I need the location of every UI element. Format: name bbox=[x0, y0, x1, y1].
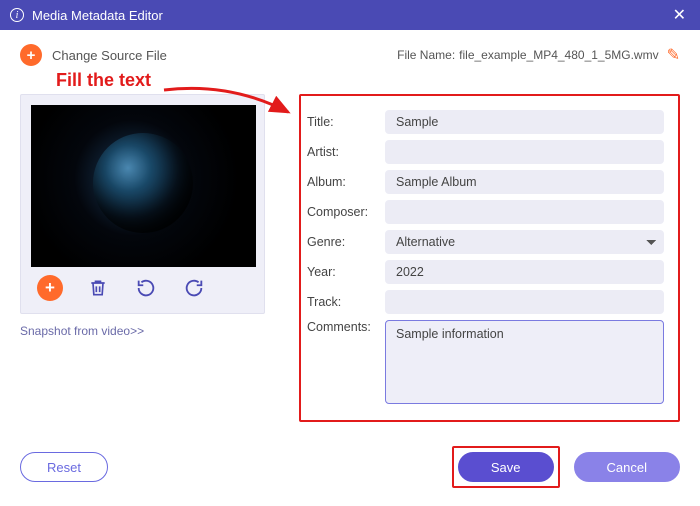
year-input[interactable] bbox=[385, 260, 664, 284]
rotate-ccw-icon bbox=[135, 277, 157, 299]
add-thumbnail-button[interactable]: + bbox=[37, 275, 63, 301]
filename-value: file_example_MP4_480_1_5MG.wmv bbox=[459, 48, 658, 62]
comments-label: Comments: bbox=[307, 320, 385, 334]
window-title: Media Metadata Editor bbox=[32, 8, 163, 23]
close-icon[interactable]: ✕ bbox=[669, 5, 690, 25]
composer-label: Composer: bbox=[307, 205, 385, 219]
cancel-button[interactable]: Cancel bbox=[574, 452, 680, 482]
album-input[interactable] bbox=[385, 170, 664, 194]
thumbnail-panel: + bbox=[20, 94, 265, 314]
title-label: Title: bbox=[307, 115, 385, 129]
add-source-button[interactable]: + bbox=[20, 44, 42, 66]
rename-icon[interactable]: ✎ bbox=[667, 45, 680, 65]
thumbnail-toolbar: + bbox=[31, 267, 254, 303]
save-button[interactable]: Save bbox=[458, 452, 554, 482]
title-input[interactable] bbox=[385, 110, 664, 134]
rotate-cw-button[interactable] bbox=[181, 275, 207, 301]
top-row: + Change Source File File Name: file_exa… bbox=[20, 44, 680, 66]
track-input[interactable] bbox=[385, 290, 664, 314]
title-bar: i Media Metadata Editor ✕ bbox=[0, 0, 700, 30]
reset-button[interactable]: Reset bbox=[20, 452, 108, 482]
trash-icon bbox=[88, 278, 108, 298]
save-button-highlight: Save bbox=[452, 446, 560, 488]
snapshot-from-video-link[interactable]: Snapshot from video>> bbox=[20, 324, 144, 338]
video-thumbnail bbox=[31, 105, 256, 267]
composer-input[interactable] bbox=[385, 200, 664, 224]
artist-input[interactable] bbox=[385, 140, 664, 164]
genre-label: Genre: bbox=[307, 235, 385, 249]
metadata-form: Title: Artist: Album: Composer: Genre: bbox=[299, 94, 680, 422]
footer: Reset Save Cancel bbox=[0, 434, 700, 488]
delete-thumbnail-button[interactable] bbox=[85, 275, 111, 301]
rotate-ccw-button[interactable] bbox=[133, 275, 159, 301]
change-source-file-link[interactable]: Change Source File bbox=[52, 48, 167, 63]
comments-textarea[interactable]: Sample information bbox=[385, 320, 664, 404]
year-label: Year: bbox=[307, 265, 385, 279]
rotate-cw-icon bbox=[183, 277, 205, 299]
callout-text: Fill the text bbox=[56, 70, 151, 91]
filename-label: File Name: bbox=[397, 48, 455, 62]
track-label: Track: bbox=[307, 295, 385, 309]
album-label: Album: bbox=[307, 175, 385, 189]
info-icon: i bbox=[10, 8, 24, 22]
genre-select[interactable]: Alternative bbox=[385, 230, 664, 254]
left-column: + Snapshot from video>> bbox=[20, 94, 265, 422]
artist-label: Artist: bbox=[307, 145, 385, 159]
